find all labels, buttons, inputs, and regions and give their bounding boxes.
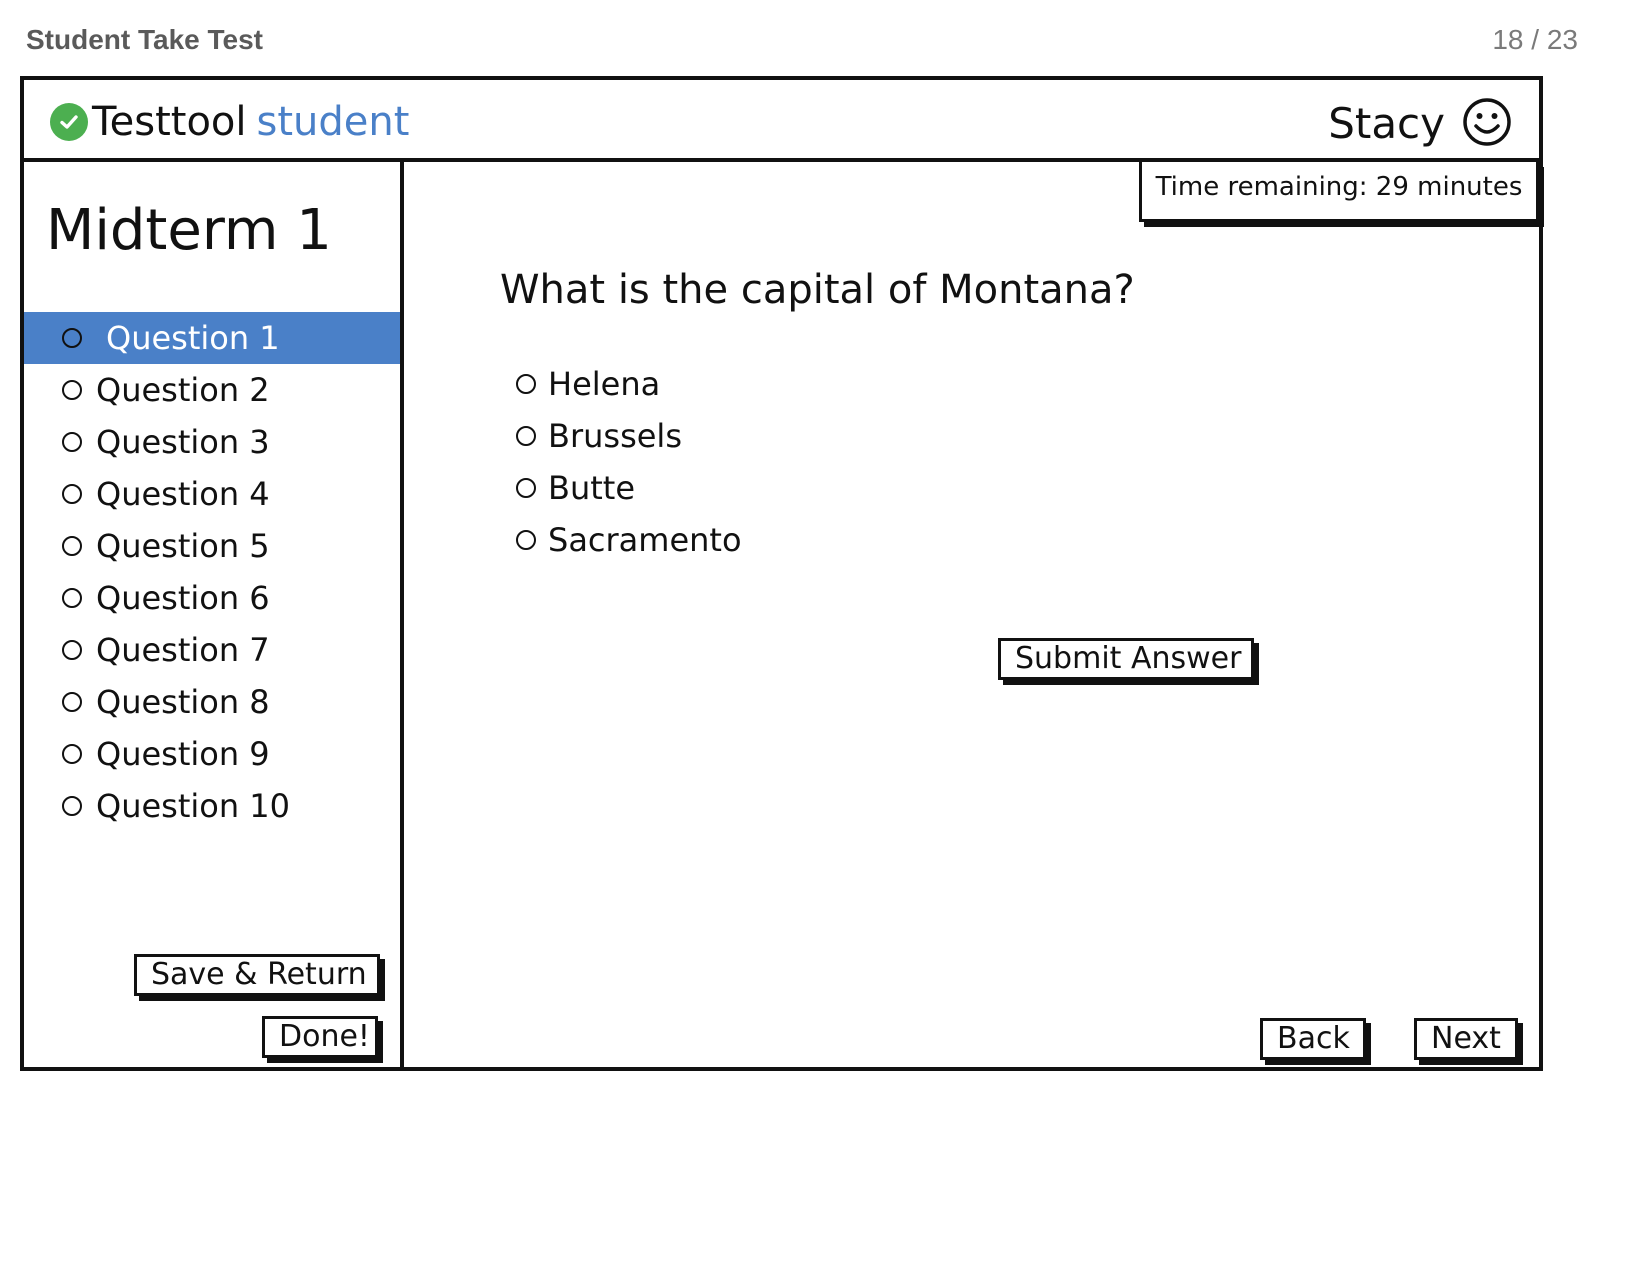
question-nav-item[interactable]: Question 7	[24, 624, 400, 676]
app-header: Testtool student Stacy	[24, 80, 1539, 162]
question-nav-label: Question 9	[96, 735, 270, 773]
radio-circle-icon	[516, 478, 536, 498]
radio-circle-icon	[62, 640, 82, 660]
radio-circle-icon	[62, 692, 82, 712]
question-nav-item[interactable]: Question 5	[24, 520, 400, 572]
question-panel: Time remaining: 29 minutes What is the c…	[404, 162, 1539, 1067]
question-text: What is the capital of Montana?	[500, 267, 1135, 313]
logo-primary-text: Testtool	[92, 99, 247, 145]
question-nav-item[interactable]: Question 8	[24, 676, 400, 728]
question-nav-item[interactable]: Question 6	[24, 572, 400, 624]
question-nav-label: Question 10	[96, 787, 291, 825]
radio-circle-icon	[62, 328, 82, 348]
back-button[interactable]: Back	[1260, 1018, 1366, 1060]
page-counter: 18 / 23	[1492, 24, 1578, 55]
answer-label: Brussels	[548, 417, 682, 455]
answer-label: Helena	[548, 365, 661, 403]
save-return-button[interactable]: Save & Return	[134, 954, 380, 996]
question-nav-label: Question 3	[96, 423, 270, 461]
test-title: Midterm 1	[46, 198, 332, 263]
question-nav-label: Question 1	[106, 319, 280, 357]
answer-option[interactable]: Sacramento	[516, 514, 742, 566]
radio-circle-icon	[62, 536, 82, 556]
radio-circle-icon	[62, 432, 82, 452]
answer-label: Butte	[548, 469, 636, 507]
question-nav-item[interactable]: Question 10	[24, 780, 400, 832]
radio-circle-icon	[516, 374, 536, 394]
logo-accent-text: student	[256, 99, 410, 145]
radio-circle-icon	[62, 380, 82, 400]
answer-option[interactable]: Brussels	[516, 410, 742, 462]
smiley-face-icon	[1461, 96, 1513, 152]
time-remaining: Time remaining: 29 minutes	[1139, 162, 1539, 222]
radio-circle-icon	[516, 426, 536, 446]
question-nav-label: Question 5	[96, 527, 270, 565]
question-nav-item[interactable]: Question 9	[24, 728, 400, 780]
question-list: Question 1 Question 2 Question 3 Questio…	[24, 312, 400, 832]
page-title: Student Take Test	[26, 24, 264, 55]
radio-circle-icon	[62, 588, 82, 608]
radio-circle-icon	[516, 530, 536, 550]
question-nav-label: Question 8	[96, 683, 270, 721]
radio-circle-icon	[62, 796, 82, 816]
user-menu[interactable]: Stacy	[1328, 96, 1513, 152]
question-nav-label: Question 7	[96, 631, 270, 669]
next-button[interactable]: Next	[1414, 1018, 1518, 1060]
user-name: Stacy	[1328, 99, 1445, 148]
app-window: Testtool student Stacy Midterm 1 Questio…	[20, 76, 1543, 1071]
question-nav-label: Question 2	[96, 371, 270, 409]
question-nav-item[interactable]: Question 4	[24, 468, 400, 520]
question-sidebar: Midterm 1 Question 1 Question 2 Question…	[24, 162, 404, 1067]
answer-label: Sacramento	[548, 521, 742, 559]
submit-answer-button[interactable]: Submit Answer	[998, 638, 1254, 680]
radio-circle-icon	[62, 484, 82, 504]
answer-option[interactable]: Helena	[516, 358, 742, 410]
app-logo[interactable]: Testtool student	[50, 100, 409, 144]
radio-circle-icon	[62, 744, 82, 764]
question-nav-item[interactable]: Question 3	[24, 416, 400, 468]
question-nav-item[interactable]: Question 1	[24, 312, 400, 364]
question-nav-label: Question 6	[96, 579, 270, 617]
check-circle-icon	[50, 103, 88, 141]
question-nav-item[interactable]: Question 2	[24, 364, 400, 416]
answer-option[interactable]: Butte	[516, 462, 742, 514]
question-nav-label: Question 4	[96, 475, 270, 513]
done-button[interactable]: Done!	[262, 1016, 378, 1058]
answer-options: Helena Brussels Butte Sacramento	[516, 358, 742, 566]
